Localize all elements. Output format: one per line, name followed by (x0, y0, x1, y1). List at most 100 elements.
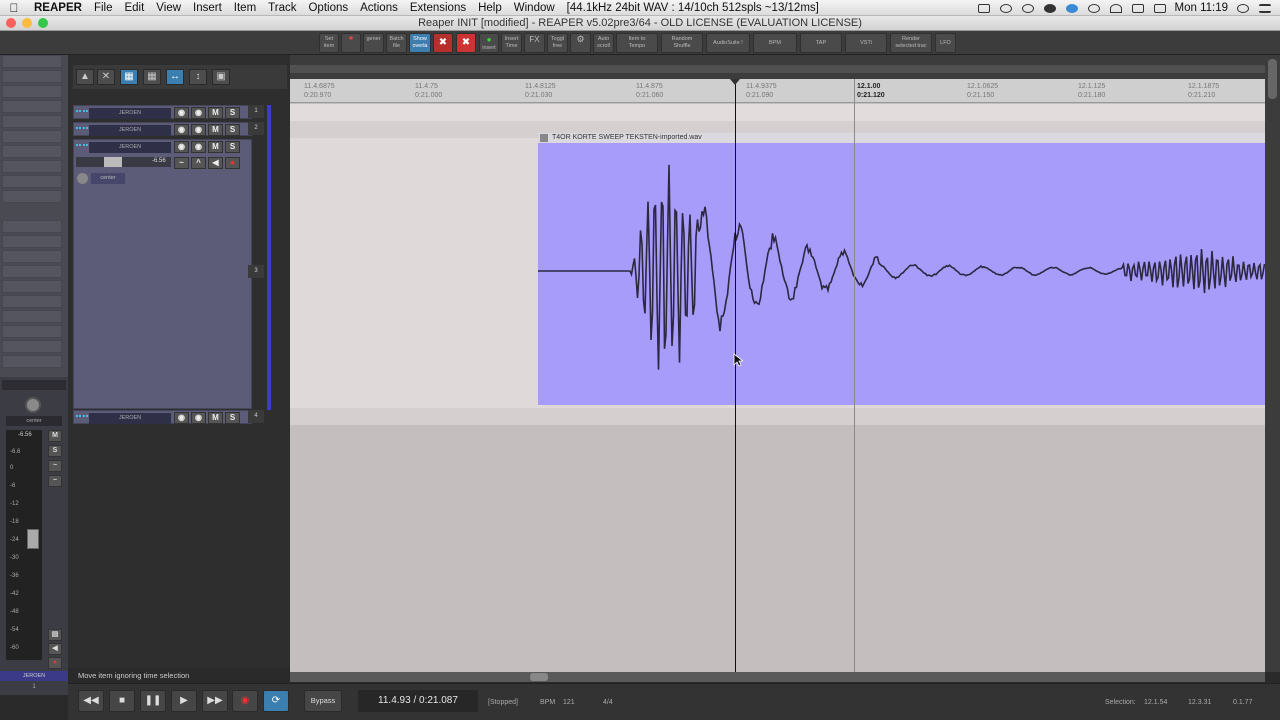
toolbar-auto-scroll-button[interactable]: Auto scroll (593, 33, 614, 53)
toolbar-bpm-button[interactable]: BPM (753, 33, 797, 53)
toolbar-batch-file-button[interactable]: Batch file (386, 33, 407, 53)
toolbar-toggle-free-button[interactable]: Toggl free (547, 33, 568, 53)
repeat-toggle-button[interactable]: ⟳ (263, 690, 289, 712)
track-phase-icon[interactable]: ◉ (174, 107, 189, 119)
toolbar-delete-range-icon[interactable]: ✖ (433, 33, 453, 53)
master-io-bar[interactable] (2, 380, 66, 390)
timeline-ruler[interactable]: 11.4.6875 0:20.970 11.4.75 0:21.000 11.4.8… (290, 79, 1265, 103)
track-solo-button[interactable]: S (225, 124, 240, 136)
track-name[interactable]: JEROEN (89, 125, 171, 136)
menu-options[interactable]: Options (302, 0, 354, 16)
track-mute-button[interactable]: M (208, 107, 223, 119)
audio-device-info[interactable]: [44.1kHz 24bit WAV : 14/10ch 512spls ~13… (561, 0, 825, 16)
menu-extensions[interactable]: Extensions (404, 0, 472, 16)
selection-length[interactable]: 0.1.77 (1233, 684, 1252, 720)
menu-edit[interactable]: Edit (118, 0, 150, 16)
media-item-header[interactable]: T4OR KORTE SWEEP TEKSTEN-imported.wav (538, 133, 1265, 143)
toolbar-set-item-button[interactable]: Set item (319, 33, 339, 53)
master-fx-icon[interactable]: ▤ (48, 629, 62, 641)
master-solo-button[interactable]: S (48, 445, 62, 457)
toolbar-remove-icon[interactable]: ✖ (456, 33, 476, 53)
track-record-arm-icon[interactable]: ● (225, 157, 240, 169)
go-to-start-button[interactable]: ◀◀ (78, 690, 104, 712)
tcp-lock-icon[interactable]: ▣ (212, 69, 230, 85)
arrange-view[interactable]: 11.4.6875 0:20.970 11.4.75 0:21.000 11.4.8… (290, 55, 1265, 672)
tcp-snap-icon[interactable]: ▦ (120, 69, 138, 85)
spotlight-search-icon[interactable] (1236, 3, 1250, 14)
menu-help[interactable]: Help (472, 0, 508, 16)
track-pan-knob[interactable] (77, 173, 88, 184)
info-icon[interactable] (1043, 3, 1057, 14)
toolbar-insert-button[interactable]: ● insert (479, 33, 499, 53)
notification-center-icon[interactable] (1258, 3, 1272, 14)
menu-window[interactable]: Window (508, 0, 561, 16)
track-name[interactable]: JEROEN (89, 108, 171, 119)
time-position-display[interactable]: 11.4.93 / 0:21.087 (358, 690, 478, 712)
track-monitor-icon[interactable]: ◀ (208, 157, 223, 169)
track-1[interactable]: JEROEN ◉ ◉ M S (73, 105, 252, 119)
play-button[interactable]: ▶ (171, 690, 197, 712)
toolbar-item-to-tempo-button[interactable]: Item to Tempo (616, 33, 658, 53)
track-fx-icon[interactable]: ◉ (191, 124, 206, 136)
menu-track[interactable]: Track (262, 0, 302, 16)
master-pan-knob[interactable] (25, 397, 41, 413)
track-automation-icon[interactable]: ^ (191, 157, 206, 169)
master-automation-icon[interactable]: ~ (48, 460, 62, 472)
bypass-button[interactable]: Bypass (304, 690, 342, 712)
tcp-crossfade-icon[interactable]: ✕ (97, 69, 115, 85)
master-env-icon[interactable]: ~ (48, 475, 62, 487)
menu-item[interactable]: Item (228, 0, 262, 16)
battery-icon[interactable] (1153, 3, 1167, 14)
track-volume-slider[interactable]: -6.56 (76, 157, 171, 167)
media-item[interactable]: T4OR KORTE SWEEP TEKSTEN-imported.wav (538, 133, 1265, 405)
track-mute-button[interactable]: M (208, 412, 223, 424)
tcp-ripple-icon[interactable]: ↔ (166, 69, 184, 85)
toolbar-settings-icon[interactable]: ⚙ (570, 33, 591, 53)
track-env-icon[interactable]: ~ (174, 157, 189, 169)
toolbar-audiosuite-button[interactable]: AudioSuite ! (706, 33, 750, 53)
pause-button[interactable]: ❚❚ (140, 690, 166, 712)
toolbar-insert-time-button[interactable]: Insert Time (501, 33, 522, 53)
edit-cursor-handle[interactable] (730, 79, 740, 85)
track-phase-icon[interactable]: ◉ (174, 124, 189, 136)
master-record-arm-icon[interactable]: ● (48, 657, 62, 669)
track-solo-button[interactable]: S (225, 107, 240, 119)
master-mute-button[interactable]: M (48, 430, 62, 442)
track-solo-button[interactable]: S (225, 412, 240, 424)
menu-view[interactable]: View (150, 0, 187, 16)
master-phase-icon[interactable]: ◀ (48, 643, 62, 655)
track-4[interactable]: JEROEN ◉ ◉ M S (73, 410, 252, 424)
volume-icon[interactable] (1131, 3, 1145, 14)
close-window-icon[interactable] (6, 18, 16, 28)
menu-insert[interactable]: Insert (187, 0, 228, 16)
tcp-metronome-icon[interactable]: ▲ (76, 69, 94, 85)
vertical-scroll-thumb[interactable] (1268, 59, 1277, 99)
marker-lane[interactable] (290, 65, 1265, 73)
track-lane-4[interactable] (290, 408, 1265, 425)
zoom-window-icon[interactable] (38, 18, 48, 28)
dropbox-icon[interactable] (999, 3, 1013, 14)
selection-start[interactable]: 12.1.54 (1144, 684, 1167, 720)
track-phase-icon[interactable]: ◉ (174, 412, 189, 424)
sync-icon[interactable] (1021, 3, 1035, 14)
horizontal-scrollbar[interactable] (290, 672, 1265, 682)
track-phase-icon[interactable]: ◉ (174, 141, 189, 153)
tcp-grid-icon[interactable]: ▦ (143, 69, 161, 85)
track-fx-icon[interactable]: ◉ (191, 107, 206, 119)
toolbar-glue-button[interactable]: ✱ (341, 33, 361, 53)
minimize-window-icon[interactable] (22, 18, 32, 28)
clock-icon[interactable] (1087, 3, 1101, 14)
track-lane-1[interactable] (290, 104, 1265, 121)
tcp-lock-item-icon[interactable]: ↕ (189, 69, 207, 85)
menu-reaper[interactable]: REAPER (28, 0, 88, 16)
toolbar-fx-button[interactable]: FX (524, 33, 545, 53)
edit-cursor[interactable] (735, 79, 736, 672)
track-mute-button[interactable]: M (208, 141, 223, 153)
bluetooth-icon[interactable] (1065, 3, 1079, 14)
track-name[interactable]: JEROEN (89, 413, 171, 424)
toolbar-lfo-button[interactable]: LFO (935, 33, 956, 53)
track-3[interactable]: JEROEN ◉ ◉ M S -6.56 ~ ^ ◀ ● center (73, 139, 252, 409)
menu-actions[interactable]: Actions (354, 0, 404, 16)
stop-button[interactable]: ■ (109, 690, 135, 712)
track-2[interactable]: JEROEN ◉ ◉ M S (73, 122, 252, 136)
